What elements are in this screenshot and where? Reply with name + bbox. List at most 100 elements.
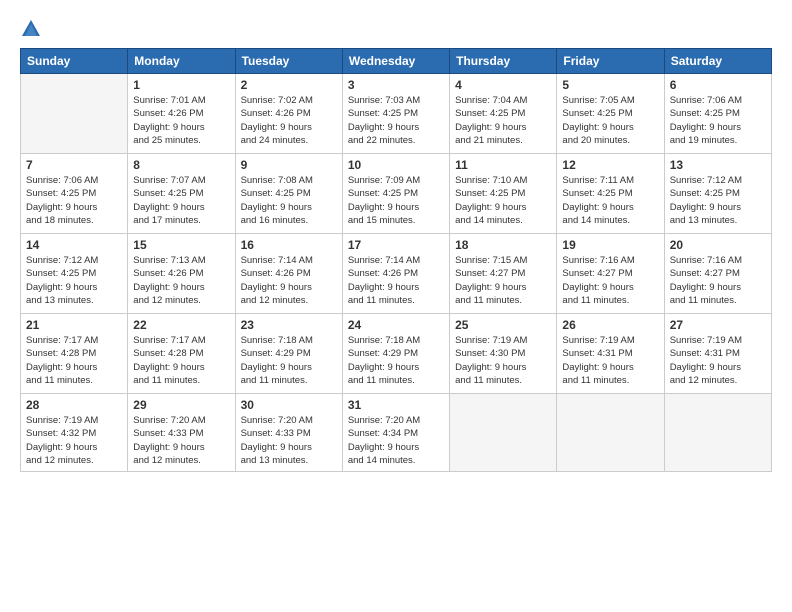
weekday-header: Friday (557, 49, 664, 74)
day-number: 8 (133, 158, 229, 172)
calendar-day-cell: 26Sunrise: 7:19 AM Sunset: 4:31 PM Dayli… (557, 314, 664, 394)
day-number: 4 (455, 78, 551, 92)
day-number: 9 (241, 158, 337, 172)
day-info: Sunrise: 7:10 AM Sunset: 4:25 PM Dayligh… (455, 174, 551, 227)
day-number: 11 (455, 158, 551, 172)
calendar-day-cell: 6 Sunrise: 7:06 AM Sunset: 4:25 PM Daylig… (664, 74, 771, 154)
calendar-day-cell: 7Sunrise: 7:06 AM Sunset: 4:25 PM Daylig… (21, 154, 128, 234)
day-info: Sunrise: 7:16 AM Sunset: 4:27 PM Dayligh… (670, 254, 766, 307)
calendar-day-cell: 25Sunrise: 7:19 AM Sunset: 4:30 PM Dayli… (450, 314, 557, 394)
day-number: 13 (670, 158, 766, 172)
calendar-day-cell: 10 Sunrise: 7:09 AM Sunset: 4:25 PM Dayli… (342, 154, 449, 234)
day-info: Sunrise: 7:19 AM Sunset: 4:32 PM Dayligh… (26, 414, 122, 467)
day-number: 23 (241, 318, 337, 332)
day-number: 27 (670, 318, 766, 332)
weekday-header: Thursday (450, 49, 557, 74)
day-number: 7 (26, 158, 122, 172)
day-number: 6 (670, 78, 766, 92)
calendar-day-cell: 31 Sunrise: 7:20 AM Sunset: 4:34 PM Dayli… (342, 394, 449, 472)
day-number: 24 (348, 318, 444, 332)
day-number: 21 (26, 318, 122, 332)
calendar-day-cell: 5Sunrise: 7:05 AM Sunset: 4:25 PM Daylig… (557, 74, 664, 154)
calendar-week-row: 1 Sunrise: 7:01 AM Sunset: 4:26 PM Daylig… (21, 74, 772, 154)
day-info: Sunrise: 7:11 AM Sunset: 4:25 PM Dayligh… (562, 174, 658, 227)
day-info: Sunrise: 7:14 AM Sunset: 4:26 PM Dayligh… (348, 254, 444, 307)
calendar-day-cell: 24 Sunrise: 7:18 AM Sunset: 4:29 PM Dayli… (342, 314, 449, 394)
day-info: Sunrise: 7:02 AM Sunset: 4:26 PM Dayligh… (241, 94, 337, 147)
day-info: Sunrise: 7:20 AM Sunset: 4:33 PM Dayligh… (241, 414, 337, 467)
weekday-header: Sunday (21, 49, 128, 74)
day-number: 14 (26, 238, 122, 252)
calendar-day-cell: 23 Sunrise: 7:18 AM Sunset: 4:29 PM Dayli… (235, 314, 342, 394)
day-number: 18 (455, 238, 551, 252)
day-info: Sunrise: 7:08 AM Sunset: 4:25 PM Dayligh… (241, 174, 337, 227)
day-info: Sunrise: 7:17 AM Sunset: 4:28 PM Dayligh… (26, 334, 122, 387)
calendar-day-cell: 12 Sunrise: 7:11 AM Sunset: 4:25 PM Dayli… (557, 154, 664, 234)
calendar-day-cell: 21 Sunrise: 7:17 AM Sunset: 4:28 PM Dayli… (21, 314, 128, 394)
day-info: Sunrise: 7:01 AM Sunset: 4:26 PM Dayligh… (133, 94, 229, 147)
calendar-day-cell: 9 Sunrise: 7:08 AM Sunset: 4:25 PM Daylig… (235, 154, 342, 234)
calendar-day-cell: 13 Sunrise: 7:12 AM Sunset: 4:25 PM Dayli… (664, 154, 771, 234)
day-info: Sunrise: 7:15 AM Sunset: 4:27 PM Dayligh… (455, 254, 551, 307)
day-info: Sunrise: 7:12 AM Sunset: 4:25 PM Dayligh… (26, 254, 122, 307)
calendar-day-cell: 19 Sunrise: 7:16 AM Sunset: 4:27 PM Dayli… (557, 234, 664, 314)
calendar-day-cell: 3 Sunrise: 7:03 AM Sunset: 4:25 PM Daylig… (342, 74, 449, 154)
calendar-day-cell: 4Sunrise: 7:04 AM Sunset: 4:25 PM Daylig… (450, 74, 557, 154)
calendar-day-cell: 2 Sunrise: 7:02 AM Sunset: 4:26 PM Daylig… (235, 74, 342, 154)
day-info: Sunrise: 7:13 AM Sunset: 4:26 PM Dayligh… (133, 254, 229, 307)
calendar-day-cell: 16 Sunrise: 7:14 AM Sunset: 4:26 PM Dayli… (235, 234, 342, 314)
calendar-day-cell: 29 Sunrise: 7:20 AM Sunset: 4:33 PM Dayli… (128, 394, 235, 472)
calendar-week-row: 7Sunrise: 7:06 AM Sunset: 4:25 PM Daylig… (21, 154, 772, 234)
day-info: Sunrise: 7:19 AM Sunset: 4:30 PM Dayligh… (455, 334, 551, 387)
day-info: Sunrise: 7:20 AM Sunset: 4:33 PM Dayligh… (133, 414, 229, 467)
day-info: Sunrise: 7:18 AM Sunset: 4:29 PM Dayligh… (241, 334, 337, 387)
calendar-day-cell: 18 Sunrise: 7:15 AM Sunset: 4:27 PM Dayli… (450, 234, 557, 314)
calendar-week-row: 21 Sunrise: 7:17 AM Sunset: 4:28 PM Dayli… (21, 314, 772, 394)
day-number: 19 (562, 238, 658, 252)
logo (20, 18, 46, 40)
day-info: Sunrise: 7:12 AM Sunset: 4:25 PM Dayligh… (670, 174, 766, 227)
day-info: Sunrise: 7:06 AM Sunset: 4:25 PM Dayligh… (670, 94, 766, 147)
calendar-day-cell: 14 Sunrise: 7:12 AM Sunset: 4:25 PM Dayli… (21, 234, 128, 314)
day-info: Sunrise: 7:18 AM Sunset: 4:29 PM Dayligh… (348, 334, 444, 387)
calendar-day-cell (21, 74, 128, 154)
day-number: 26 (562, 318, 658, 332)
day-info: Sunrise: 7:16 AM Sunset: 4:27 PM Dayligh… (562, 254, 658, 307)
day-number: 22 (133, 318, 229, 332)
day-number: 17 (348, 238, 444, 252)
day-number: 29 (133, 398, 229, 412)
day-number: 28 (26, 398, 122, 412)
weekday-header: Saturday (664, 49, 771, 74)
header (20, 18, 772, 40)
weekday-header: Wednesday (342, 49, 449, 74)
day-number: 3 (348, 78, 444, 92)
day-info: Sunrise: 7:03 AM Sunset: 4:25 PM Dayligh… (348, 94, 444, 147)
calendar-day-cell (664, 394, 771, 472)
day-number: 16 (241, 238, 337, 252)
day-number: 1 (133, 78, 229, 92)
day-info: Sunrise: 7:17 AM Sunset: 4:28 PM Dayligh… (133, 334, 229, 387)
calendar: SundayMondayTuesdayWednesdayThursdayFrid… (20, 48, 772, 472)
day-number: 15 (133, 238, 229, 252)
calendar-day-cell: 11 Sunrise: 7:10 AM Sunset: 4:25 PM Dayli… (450, 154, 557, 234)
calendar-day-cell: 30Sunrise: 7:20 AM Sunset: 4:33 PM Dayli… (235, 394, 342, 472)
calendar-day-cell: 8Sunrise: 7:07 AM Sunset: 4:25 PM Daylig… (128, 154, 235, 234)
weekday-header: Monday (128, 49, 235, 74)
day-info: Sunrise: 7:19 AM Sunset: 4:31 PM Dayligh… (670, 334, 766, 387)
calendar-day-cell: 15 Sunrise: 7:13 AM Sunset: 4:26 PM Dayli… (128, 234, 235, 314)
day-info: Sunrise: 7:14 AM Sunset: 4:26 PM Dayligh… (241, 254, 337, 307)
day-number: 20 (670, 238, 766, 252)
day-info: Sunrise: 7:20 AM Sunset: 4:34 PM Dayligh… (348, 414, 444, 467)
day-info: Sunrise: 7:09 AM Sunset: 4:25 PM Dayligh… (348, 174, 444, 227)
day-number: 2 (241, 78, 337, 92)
calendar-day-cell: 27 Sunrise: 7:19 AM Sunset: 4:31 PM Dayli… (664, 314, 771, 394)
calendar-day-cell: 1 Sunrise: 7:01 AM Sunset: 4:26 PM Daylig… (128, 74, 235, 154)
day-number: 31 (348, 398, 444, 412)
day-number: 10 (348, 158, 444, 172)
calendar-day-cell: 28 Sunrise: 7:19 AM Sunset: 4:32 PM Dayli… (21, 394, 128, 472)
calendar-day-cell: 17 Sunrise: 7:14 AM Sunset: 4:26 PM Dayli… (342, 234, 449, 314)
calendar-day-cell (450, 394, 557, 472)
day-number: 12 (562, 158, 658, 172)
day-info: Sunrise: 7:05 AM Sunset: 4:25 PM Dayligh… (562, 94, 658, 147)
calendar-day-cell (557, 394, 664, 472)
